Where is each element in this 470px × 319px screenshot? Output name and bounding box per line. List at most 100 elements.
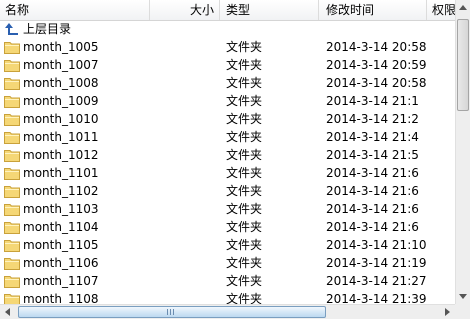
file-name-cell: month_1007 (4, 56, 99, 74)
file-row[interactable]: month_1103 文件夹 2014-3-14 21:6 (0, 200, 455, 218)
column-header-modified[interactable]: 修改时间 (319, 0, 427, 20)
file-modified: 2014-3-14 21:4 (326, 130, 419, 144)
scroll-up-button[interactable] (456, 0, 470, 15)
folder-icon (4, 293, 20, 304)
chevron-up-icon (459, 5, 467, 10)
folder-icon (4, 149, 20, 162)
file-list: 上层目录 month_1005 文件夹 2014-3-14 20:58 month_1… (0, 20, 455, 304)
file-name: month_1010 (23, 112, 99, 126)
file-name: month_1012 (23, 148, 99, 162)
parent-dir-cell: 上层目录 (4, 20, 71, 38)
file-name: month_1005 (23, 40, 99, 54)
vertical-scroll-thumb[interactable] (457, 19, 469, 111)
file-modified: 2014-3-14 20:59 (326, 58, 427, 72)
column-header: 名称 大小 类型 修改时间 权限 (0, 0, 455, 21)
folder-icon (4, 257, 20, 270)
file-type: 文件夹 (226, 58, 263, 72)
file-type: 文件夹 (226, 166, 263, 180)
file-name: month_1106 (23, 256, 99, 270)
column-header-type[interactable]: 类型 (220, 0, 319, 20)
parent-dir-label: 上层目录 (23, 22, 72, 36)
file-name-cell: month_1103 (4, 200, 99, 218)
file-row[interactable]: month_1007 文件夹 2014-3-14 20:59 (0, 56, 455, 74)
horizontal-scrollbar[interactable] (0, 304, 455, 319)
file-name: month_1009 (23, 94, 99, 108)
file-name: month_1102 (23, 184, 99, 198)
column-header-permissions[interactable]: 权限 (427, 0, 455, 20)
vertical-scrollbar[interactable] (455, 0, 470, 304)
chevron-left-icon (5, 308, 10, 316)
file-name: month_1007 (23, 58, 99, 72)
file-name: month_1103 (23, 202, 99, 216)
file-name-cell: month_1106 (4, 254, 99, 272)
folder-icon (4, 131, 20, 144)
folder-icon (4, 59, 20, 72)
folder-icon (4, 203, 20, 216)
file-name-cell: month_1010 (4, 110, 99, 128)
scroll-grip-icon (167, 309, 176, 315)
file-name-cell: month_1104 (4, 218, 99, 236)
horizontal-scroll-thumb[interactable] (18, 306, 326, 318)
file-type: 文件夹 (226, 76, 263, 90)
scroll-left-button[interactable] (0, 305, 15, 319)
file-modified: 2014-3-14 20:58 (326, 40, 427, 54)
file-name-cell: month_1101 (4, 164, 99, 182)
file-row[interactable]: month_1101 文件夹 2014-3-14 21:6 (0, 164, 455, 182)
folder-icon (4, 275, 20, 288)
chevron-down-icon (459, 294, 467, 299)
column-header-size[interactable]: 大小 (150, 0, 220, 20)
file-row[interactable]: month_1009 文件夹 2014-3-14 21:1 (0, 92, 455, 110)
up-arrow-icon (4, 21, 20, 37)
file-name-cell: month_1012 (4, 146, 99, 164)
file-name-cell: month_1105 (4, 236, 99, 254)
scroll-right-button[interactable] (440, 305, 455, 319)
file-modified: 2014-3-14 21:6 (326, 220, 419, 234)
file-row[interactable]: month_1107 文件夹 2014-3-14 21:27 (0, 272, 455, 290)
file-modified: 2014-3-14 21:2 (326, 112, 419, 126)
file-modified: 2014-3-14 21:39 (326, 292, 427, 304)
file-modified: 2014-3-14 21:27 (326, 274, 427, 288)
file-modified: 2014-3-14 21:10 (326, 238, 427, 252)
file-type: 文件夹 (226, 148, 263, 162)
file-row[interactable]: month_1108 文件夹 2014-3-14 21:39 (0, 290, 455, 304)
scroll-down-button[interactable] (456, 289, 470, 304)
folder-icon (4, 77, 20, 90)
file-row[interactable]: month_1106 文件夹 2014-3-14 21:19 (0, 254, 455, 272)
file-type: 文件夹 (226, 256, 263, 270)
file-modified: 2014-3-14 21:6 (326, 202, 419, 216)
file-row[interactable]: month_1008 文件夹 2014-3-14 20:58 (0, 74, 455, 92)
file-name: month_1101 (23, 166, 99, 180)
file-row[interactable]: month_1105 文件夹 2014-3-14 21:10 (0, 236, 455, 254)
file-type: 文件夹 (226, 274, 263, 288)
file-name-cell: month_1107 (4, 272, 99, 290)
file-name: month_1108 (23, 292, 99, 304)
file-modified: 2014-3-14 21:19 (326, 256, 427, 270)
file-type: 文件夹 (226, 112, 263, 126)
file-row[interactable]: month_1104 文件夹 2014-3-14 21:6 (0, 218, 455, 236)
file-name: month_1008 (23, 76, 99, 90)
file-row[interactable]: month_1005 文件夹 2014-3-14 20:58 (0, 38, 455, 56)
folder-icon (4, 239, 20, 252)
folder-icon (4, 221, 20, 234)
file-row[interactable]: month_1102 文件夹 2014-3-14 21:6 (0, 182, 455, 200)
file-row[interactable]: month_1012 文件夹 2014-3-14 21:5 (0, 146, 455, 164)
file-name: month_1011 (23, 130, 99, 144)
file-name-cell: month_1011 (4, 128, 99, 146)
file-modified: 2014-3-14 21:1 (326, 94, 419, 108)
file-type: 文件夹 (226, 40, 263, 54)
folder-icon (4, 41, 20, 54)
file-row[interactable]: month_1010 文件夹 2014-3-14 21:2 (0, 110, 455, 128)
file-row[interactable]: month_1011 文件夹 2014-3-14 21:4 (0, 128, 455, 146)
file-type: 文件夹 (226, 202, 263, 216)
parent-dir-row[interactable]: 上层目录 (0, 20, 455, 38)
file-name: month_1104 (23, 220, 99, 234)
file-name: month_1105 (23, 238, 99, 252)
folder-icon (4, 95, 20, 108)
file-modified: 2014-3-14 21:6 (326, 166, 419, 180)
file-modified: 2014-3-14 21:5 (326, 148, 419, 162)
file-name: month_1107 (23, 274, 99, 288)
file-modified: 2014-3-14 20:58 (326, 76, 427, 90)
folder-icon (4, 185, 20, 198)
file-type: 文件夹 (226, 238, 263, 252)
column-header-name[interactable]: 名称 (0, 0, 150, 20)
